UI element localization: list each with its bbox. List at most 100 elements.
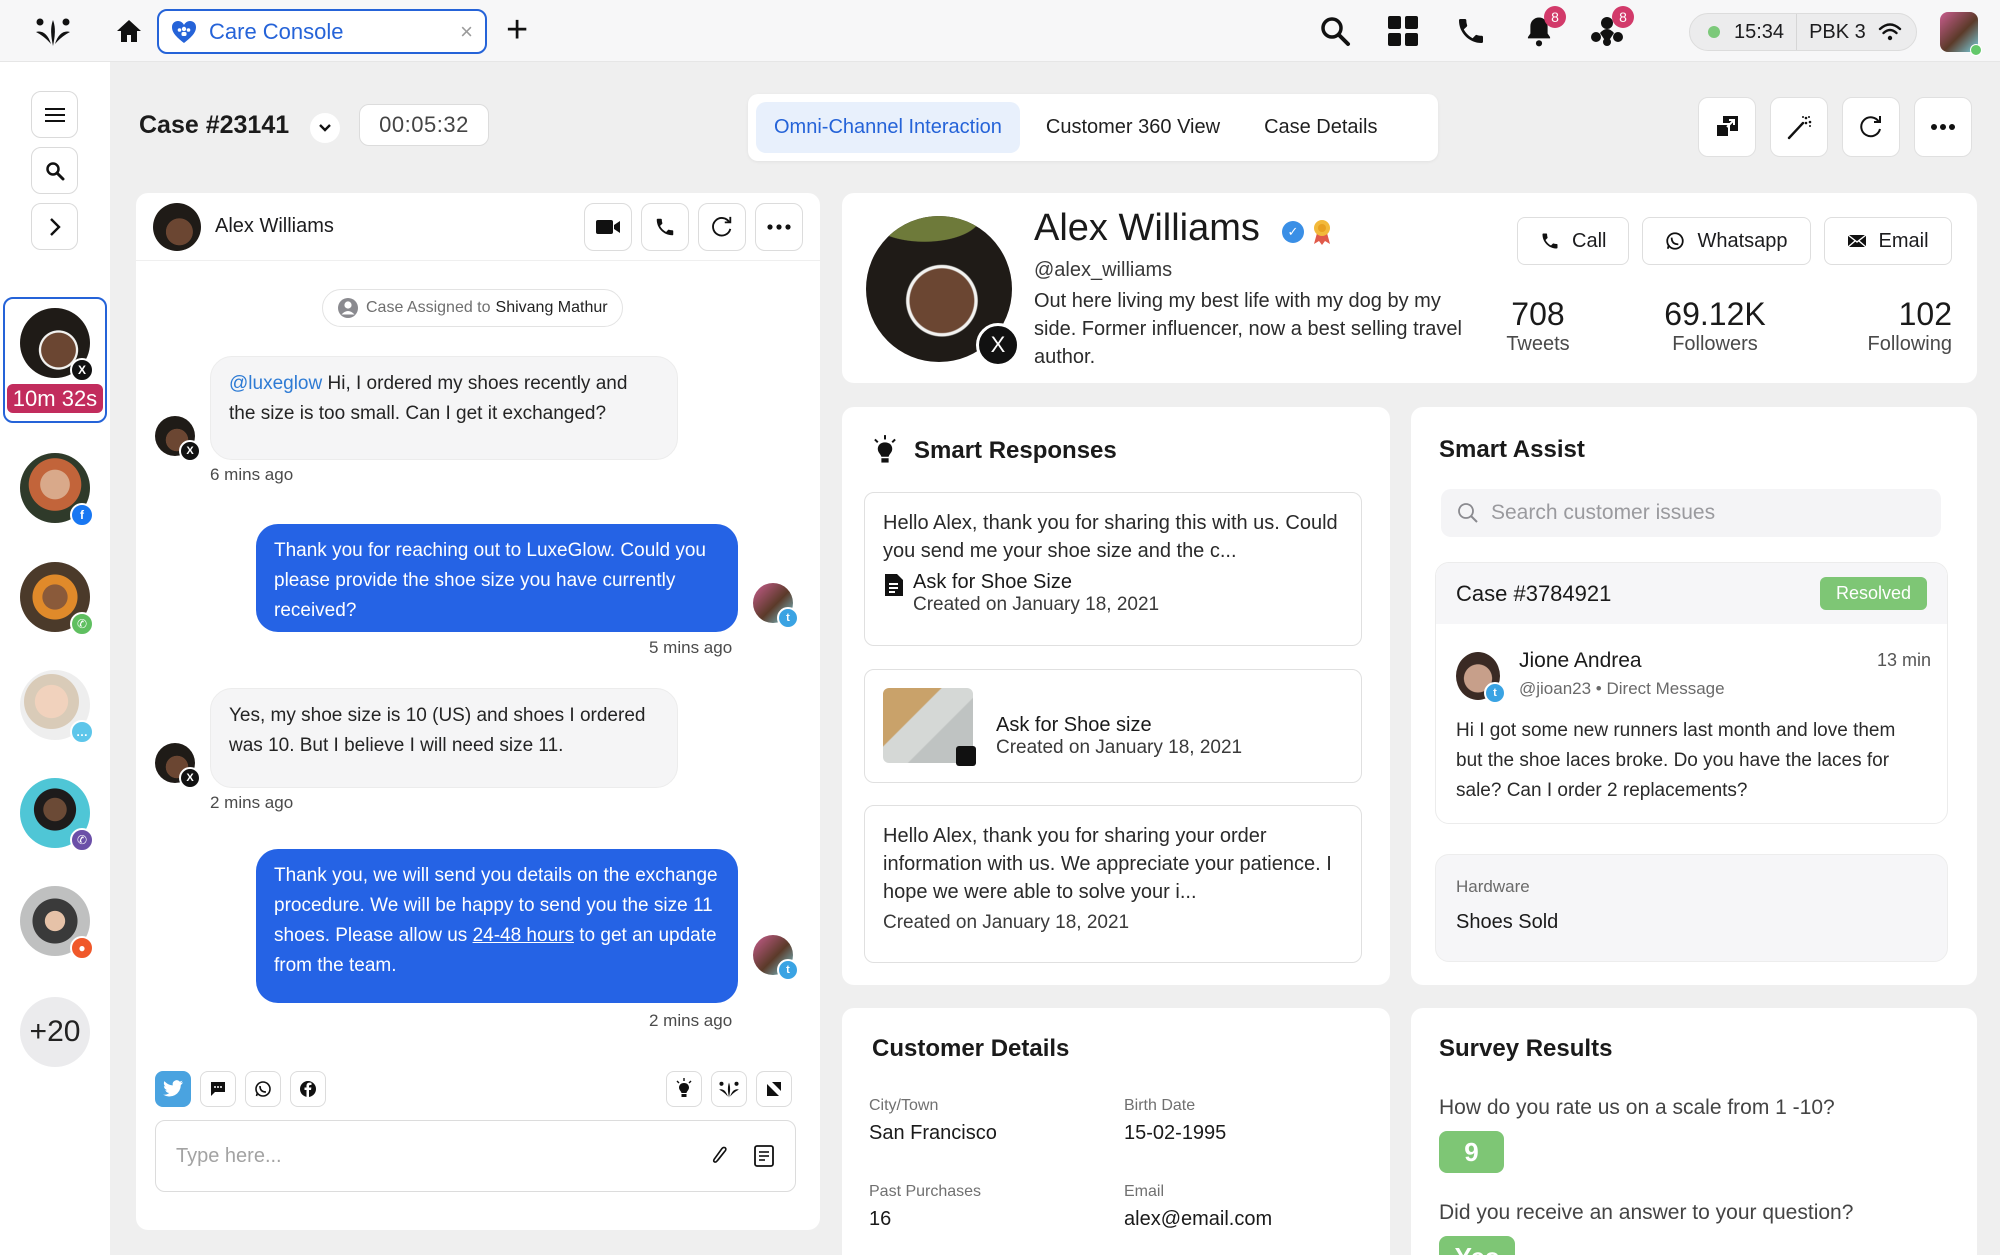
notifications-button[interactable]: 8: [1520, 6, 1566, 50]
related-case-title: Case #3784921: [1456, 580, 1612, 606]
timeframe-link[interactable]: 24-48 hours: [473, 925, 574, 946]
chevron-right-icon: [49, 217, 61, 236]
chat-channel-icon: …: [70, 720, 94, 744]
sms-channel-button[interactable]: [200, 1071, 236, 1107]
more-options-button[interactable]: [1914, 97, 1972, 157]
stat-label: Tweets: [1506, 333, 1570, 355]
team-button[interactable]: 8: [1588, 6, 1634, 50]
category-value: Shoes Sold: [1456, 911, 1559, 933]
agent-status-pill[interactable]: 15:34 PBK 3: [1689, 13, 1917, 51]
more-conversations-button[interactable]: +20: [20, 997, 90, 1067]
customer-name: Alex Williams: [1034, 207, 1260, 249]
voice-call-button[interactable]: [641, 202, 689, 251]
created-date: Created on January 18, 2021: [913, 594, 1160, 615]
brand-action-button[interactable]: [711, 1071, 747, 1107]
conversation-rail: [0, 62, 110, 1255]
assigned-agent: Shivang Mathur: [495, 299, 608, 316]
phone-channel-icon: ✆: [70, 612, 94, 636]
twitter-icon: [163, 1080, 183, 1097]
rail-search-button[interactable]: [31, 147, 78, 194]
email-button[interactable]: Email: [1823, 217, 1952, 265]
field-value[interactable]: alex@email.com: [1124, 1208, 1272, 1231]
outgoing-message: Thank you, we will send you details on t…: [256, 849, 738, 1003]
customer-profile-card: X Alex Williams ✓ @alex_williams Out her…: [842, 193, 1977, 383]
phone-button[interactable]: [1452, 12, 1490, 50]
station-label: PBK 3: [1809, 20, 1866, 43]
smart-response-item[interactable]: Hello Alex, thank you for sharing this w…: [864, 492, 1362, 646]
whatsapp-label: Whatsapp: [1697, 229, 1788, 252]
tab-customer-360[interactable]: Customer 360 View: [1028, 102, 1238, 153]
tab-case-details[interactable]: Case Details: [1246, 102, 1395, 153]
search-icon: [1458, 503, 1478, 523]
transfer-button[interactable]: [1698, 97, 1756, 157]
phone-icon: [1542, 233, 1558, 249]
refresh-button[interactable]: [1842, 97, 1900, 157]
twitter-channel-button[interactable]: [155, 1071, 191, 1107]
stat-tweets: 708 Tweets: [1493, 296, 1583, 356]
expand-composer-button[interactable]: [756, 1071, 792, 1107]
stat-value: 708: [1511, 296, 1565, 332]
smart-response-item[interactable]: Hello Alex, thank you for sharing your o…: [864, 805, 1362, 963]
call-button[interactable]: Call: [1517, 217, 1630, 265]
category-card[interactable]: Hardware Shoes Sold: [1435, 854, 1948, 962]
user-circle-icon: [338, 298, 358, 318]
online-indicator: [1970, 44, 1982, 56]
issue-search-input[interactable]: [1491, 501, 1925, 525]
conversation-item[interactable]: ●: [20, 886, 94, 960]
chat-more-button[interactable]: [755, 202, 803, 251]
conversation-item[interactable]: ✆: [20, 562, 94, 636]
paperclip-icon[interactable]: [709, 1144, 731, 1168]
author-name: Jione Andrea: [1519, 649, 1642, 672]
template-icon[interactable]: [753, 1144, 775, 1168]
mention-link[interactable]: @luxeglow: [229, 373, 322, 394]
author-meta: @jioan23 • Direct Message: [1519, 679, 1725, 698]
tab-omni-channel[interactable]: Omni-Channel Interaction: [756, 102, 1020, 153]
whatsapp-channel-button[interactable]: [245, 1071, 281, 1107]
shoe-image-thumbnail: [883, 688, 976, 766]
field-label: City/Town: [869, 1097, 939, 1114]
x-channel-icon: X: [70, 358, 94, 382]
wifi-icon: [1878, 23, 1901, 41]
facebook-channel-button[interactable]: [290, 1071, 326, 1107]
smart-suggest-button[interactable]: [666, 1071, 702, 1107]
case-dropdown-button[interactable]: [310, 113, 340, 143]
care-console-tab[interactable]: Care Console ×: [157, 9, 487, 54]
home-icon[interactable]: [114, 16, 144, 46]
expand-button[interactable]: [31, 203, 78, 250]
menu-button[interactable]: [31, 91, 78, 138]
brand-logo-icon[interactable]: [34, 14, 72, 48]
add-tab-button[interactable]: +: [506, 11, 528, 49]
conversation-item[interactable]: X: [20, 308, 94, 382]
author-avatar: t: [1456, 652, 1506, 704]
conversation-item[interactable]: f: [20, 453, 94, 527]
online-status-dot: [1708, 26, 1720, 38]
chat-panel: Alex Williams Case Assigned to Shivang M…: [136, 193, 820, 1230]
twitter-channel-icon: t: [1484, 682, 1506, 704]
search-button[interactable]: [1316, 12, 1354, 50]
view-tabs: Omni-Channel Interaction Customer 360 Vi…: [748, 94, 1438, 161]
brand-logo-icon: [719, 1081, 739, 1098]
related-case-card[interactable]: Case #3784921 Resolved t Jione Andrea @j…: [1435, 562, 1948, 824]
whatsapp-button[interactable]: Whatsapp: [1642, 217, 1811, 265]
image-icon: [956, 746, 976, 766]
template-name: Ask for Shoe Size: [913, 571, 1072, 593]
case-assigned-notice: Case Assigned to Shivang Mathur: [322, 289, 623, 327]
envelope-icon: [1847, 234, 1866, 248]
chat-refresh-button[interactable]: [698, 202, 746, 251]
twitter-channel-icon: t: [777, 607, 799, 629]
video-call-button[interactable]: [584, 202, 632, 251]
smart-response-item[interactable]: Ask for Shoe size Created on January 18,…: [864, 669, 1362, 783]
agent-avatar[interactable]: [1940, 12, 1982, 56]
stat-value: 102: [1898, 296, 1952, 332]
notifications-badge: 8: [1544, 6, 1566, 28]
response-preview: Hello Alex, thank you for sharing your o…: [883, 825, 1332, 903]
magic-wand-button[interactable]: [1770, 97, 1828, 157]
field-value: San Francisco: [869, 1122, 997, 1144]
close-tab-icon[interactable]: ×: [460, 19, 473, 45]
apps-button[interactable]: [1384, 12, 1422, 50]
conversation-item[interactable]: ✆: [20, 778, 94, 852]
customer-details-title: Customer Details: [872, 1035, 1070, 1062]
message-input[interactable]: [176, 1144, 709, 1168]
field-label: Past Purchases: [869, 1183, 982, 1200]
conversation-item[interactable]: …: [20, 670, 94, 744]
